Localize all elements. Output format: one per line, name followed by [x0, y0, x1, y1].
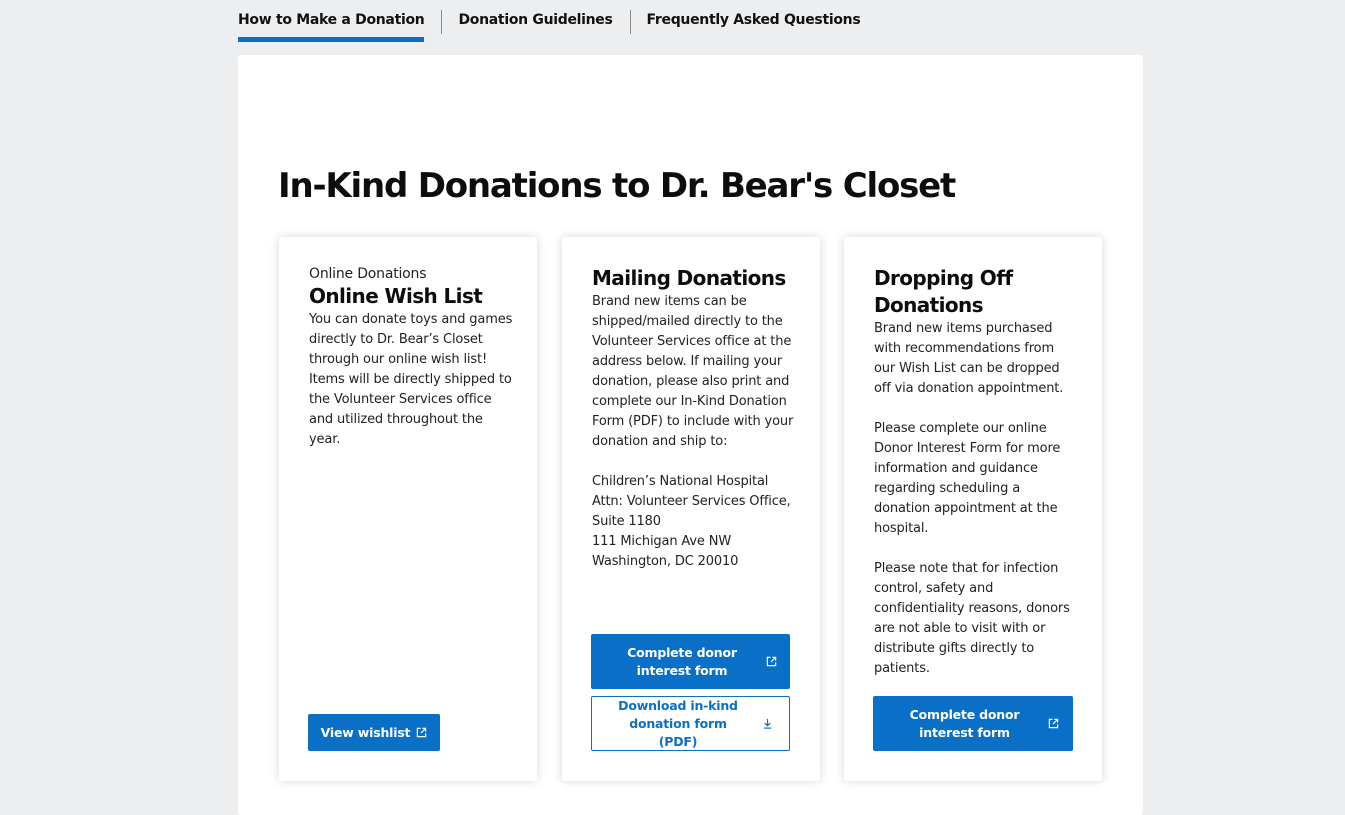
card-body: Brand new items can be shipped/mailed di…	[592, 294, 794, 569]
mailing-donations-card: Mailing Donations Brand new items can be…	[562, 237, 820, 781]
complete-donor-interest-form-button[interactable]: Complete donor interest form	[591, 634, 790, 689]
complete-donor-interest-form-button[interactable]: Complete donor interest form	[873, 696, 1073, 751]
external-link-icon	[416, 727, 427, 738]
online-wish-list-card: Online Donations Online Wish List You ca…	[279, 237, 537, 781]
card-eyebrow: Online Donations	[309, 266, 427, 282]
external-link-icon	[766, 656, 777, 667]
page-title: In-Kind Donations to Dr. Bear's Closet	[278, 166, 956, 206]
external-link-icon	[1048, 718, 1059, 729]
dropping-off-donations-card: Dropping Off Donations Brand new items p…	[844, 237, 1102, 781]
download-in-kind-form-button[interactable]: Download in-kind donation form (PDF)	[591, 696, 790, 751]
tab-donation-guidelines[interactable]: Donation Guidelines	[458, 0, 612, 42]
content-panel: In-Kind Donations to Dr. Bear's Closet O…	[238, 55, 1143, 815]
download-icon	[762, 718, 773, 729]
button-label: Complete donor interest form	[909, 706, 1020, 740]
donation-tabs: How to Make a Donation Donation Guidelin…	[238, 0, 861, 44]
card-body: Brand new items purchased with recommend…	[874, 321, 1070, 676]
card-title: Online Wish List	[309, 284, 483, 308]
tab-frequently-asked-questions[interactable]: Frequently Asked Questions	[647, 0, 861, 42]
card-title: Mailing Donations	[592, 266, 786, 290]
button-label: Complete donor interest form	[627, 644, 737, 678]
button-label: Download in-kind donation form (PDF)	[618, 697, 738, 749]
tab-divider	[629, 10, 631, 34]
view-wishlist-button[interactable]: View wishlist	[308, 714, 440, 751]
card-title: Dropping Off Donations	[874, 266, 1013, 317]
button-label: View wishlist	[320, 724, 411, 740]
card-body: You can donate toys and games directly t…	[309, 312, 513, 447]
tab-divider	[441, 10, 443, 34]
tab-how-to-make-a-donation[interactable]: How to Make a Donation	[238, 0, 425, 42]
